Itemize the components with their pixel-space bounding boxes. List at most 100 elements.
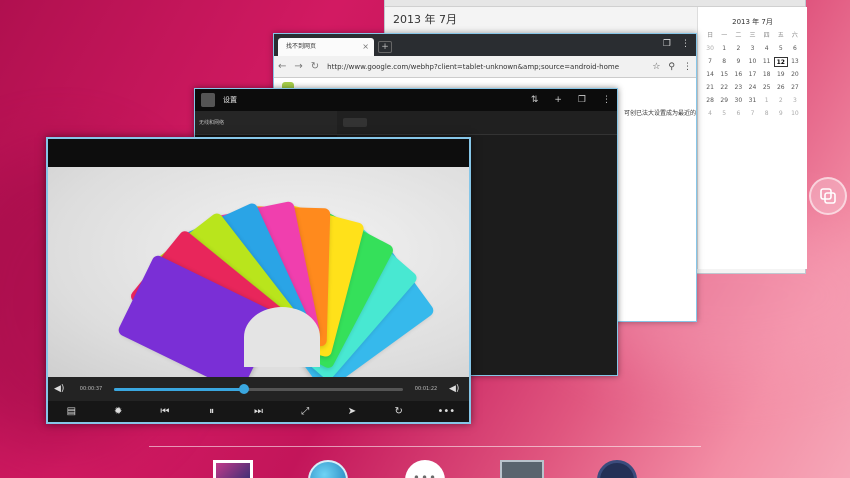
volume-right-icon[interactable]: ◀) bbox=[449, 384, 463, 394]
search-icon[interactable]: ⚲ bbox=[668, 62, 675, 72]
next-icon[interactable]: ⏭ bbox=[250, 406, 266, 417]
calendar-day[interactable]: 10 bbox=[788, 109, 802, 119]
calendar-day[interactable]: 27 bbox=[788, 83, 802, 93]
calendar-day[interactable]: 23 bbox=[731, 83, 745, 93]
calendar-day[interactable]: 1 bbox=[717, 44, 731, 54]
app-drawer-icon[interactable]: ••• bbox=[405, 460, 445, 478]
calendar-day[interactable]: 4 bbox=[703, 109, 717, 119]
video-player-window[interactable]: ◀) 00:00:37 00:01:22 ◀) ▤ ✹ ⏮ ⏸ ⏭ ⤢ ➤ ↻ … bbox=[46, 137, 471, 424]
calendar-day[interactable]: 3 bbox=[788, 96, 802, 106]
add-icon[interactable]: + bbox=[554, 95, 562, 105]
new-tab-button[interactable]: + bbox=[378, 41, 392, 53]
pause-icon[interactable]: ⏸ bbox=[204, 406, 220, 417]
multiwindow-button[interactable] bbox=[809, 177, 847, 215]
calendar-day[interactable]: 30 bbox=[731, 96, 745, 106]
calendar-day[interactable]: 20 bbox=[788, 70, 802, 80]
calendar-day[interactable]: 26 bbox=[774, 83, 788, 93]
calendar-day[interactable]: 21 bbox=[703, 83, 717, 93]
calendar-day[interactable]: 5 bbox=[717, 109, 731, 119]
mini-calendar-grid: 日一二三四五六 30 1 2 3 4 5 6 7 8 9 10 11 12 13 14 15 16 17 18 19 20… bbox=[703, 31, 802, 119]
windows-icon[interactable]: ❐ bbox=[578, 95, 586, 105]
more-icon[interactable]: ••• bbox=[438, 406, 456, 417]
pointer-icon[interactable]: ➤ bbox=[344, 406, 360, 417]
calendar-day[interactable]: 9 bbox=[731, 57, 745, 67]
tabbar-icons: ❐ ⋮ bbox=[663, 39, 690, 49]
browser-page-text: 可创已法大设置成为最近的 bbox=[624, 110, 697, 117]
star-icon[interactable]: ☆ bbox=[652, 62, 660, 72]
gallery-icon[interactable] bbox=[213, 460, 253, 478]
video-frame[interactable] bbox=[48, 167, 469, 377]
browser-tab[interactable]: 找不到网页 × bbox=[278, 38, 374, 56]
calendar-day[interactable]: 16 bbox=[731, 70, 745, 80]
url-bar: ← → ↻ http://www.google.com/webhp?client… bbox=[274, 56, 696, 78]
settings-actions: ⇅ + ❐ ⋮ bbox=[531, 95, 611, 105]
seek-bar[interactable] bbox=[114, 383, 403, 394]
fullscreen-icon[interactable]: ⤢ bbox=[297, 406, 313, 417]
calendar-day[interactable]: 17 bbox=[745, 70, 759, 80]
app-drawer-dots: ••• bbox=[412, 471, 438, 478]
calendar-day[interactable]: 25 bbox=[760, 83, 774, 93]
settings-detail-header bbox=[337, 111, 617, 135]
menu-icon[interactable]: ⋮ bbox=[602, 95, 611, 105]
media-app-icon[interactable] bbox=[597, 460, 637, 478]
calendar-day-today[interactable]: 12 bbox=[773, 57, 788, 67]
previous-icon[interactable]: ⏮ bbox=[157, 406, 173, 417]
calendar-day[interactable]: 2 bbox=[774, 96, 788, 106]
brightness-icon[interactable]: ✹ bbox=[110, 406, 126, 417]
calendar-day[interactable]: 8 bbox=[760, 109, 774, 119]
dock-divider bbox=[149, 446, 701, 447]
back-icon[interactable]: ← bbox=[278, 61, 286, 72]
calendar-day[interactable]: 11 bbox=[760, 57, 774, 67]
calendar-day[interactable]: 6 bbox=[731, 109, 745, 119]
seek-bar-knob[interactable] bbox=[239, 383, 250, 394]
calendar-day[interactable]: 2 bbox=[731, 44, 745, 54]
calendar-day[interactable]: 14 bbox=[703, 70, 717, 80]
playlist-icon[interactable]: ▤ bbox=[63, 406, 79, 417]
menu-icon[interactable]: ⋮ bbox=[681, 39, 690, 49]
sync-icon[interactable]: ⇅ bbox=[531, 95, 539, 105]
url-field[interactable]: http://www.google.com/webhp?client=table… bbox=[327, 63, 644, 71]
windows-icon[interactable]: ❐ bbox=[663, 39, 671, 49]
browser-tab-title: 找不到网页 bbox=[286, 43, 317, 50]
calendar-day[interactable]: 18 bbox=[760, 70, 774, 80]
time-total: 00:01:22 bbox=[414, 386, 438, 392]
menu-icon[interactable]: ⋮ bbox=[683, 62, 692, 72]
weekday-label: 五 bbox=[777, 32, 784, 39]
calendar-day[interactable]: 10 bbox=[745, 57, 759, 67]
settings-toggle[interactable] bbox=[343, 118, 367, 127]
weekday-label: 三 bbox=[749, 32, 756, 39]
calendar-day[interactable]: 13 bbox=[788, 57, 802, 67]
tab-close-icon[interactable]: × bbox=[362, 38, 369, 56]
calendar-day[interactable]: 7 bbox=[745, 109, 759, 119]
calendar-day[interactable]: 4 bbox=[760, 44, 774, 54]
calendar-day[interactable]: 5 bbox=[774, 44, 788, 54]
browser-icon[interactable] bbox=[308, 460, 348, 478]
calendar-day[interactable]: 29 bbox=[717, 96, 731, 106]
calendar-day[interactable]: 24 bbox=[745, 83, 759, 93]
forward-icon[interactable]: → bbox=[294, 61, 302, 72]
rotate-icon[interactable]: ↻ bbox=[391, 406, 407, 417]
calendar-day[interactable]: 22 bbox=[717, 83, 731, 93]
calendar-day[interactable]: 7 bbox=[703, 57, 717, 67]
calendar-day[interactable]: 3 bbox=[745, 44, 759, 54]
calendar-day[interactable]: 31 bbox=[745, 96, 759, 106]
calendar-day[interactable]: 28 bbox=[703, 96, 717, 106]
calendar-day[interactable]: 8 bbox=[717, 57, 731, 67]
reload-icon[interactable]: ↻ bbox=[311, 61, 319, 72]
multiwindow-icon bbox=[820, 188, 836, 204]
settings-app-icon[interactable] bbox=[500, 460, 544, 478]
calendar-day[interactable]: 19 bbox=[774, 70, 788, 80]
settings-item-wireless[interactable]: 无线和网络 bbox=[195, 111, 337, 135]
time-elapsed: 00:00:37 bbox=[79, 386, 103, 392]
calendar-day[interactable]: 15 bbox=[717, 70, 731, 80]
weekday-label: 六 bbox=[791, 32, 798, 39]
weekday-label: 四 bbox=[763, 32, 770, 39]
fan-center bbox=[244, 307, 320, 367]
volume-left-icon[interactable]: ◀) bbox=[54, 384, 68, 394]
player-controls: ▤ ✹ ⏮ ⏸ ⏭ ⤢ ➤ ↻ ••• bbox=[48, 401, 469, 422]
calendar-day[interactable]: 9 bbox=[774, 109, 788, 119]
calendar-day[interactable]: 30 bbox=[703, 44, 717, 54]
settings-actionbar: 设置 ⇅ + ❐ ⋮ bbox=[195, 89, 617, 111]
calendar-day[interactable]: 6 bbox=[788, 44, 802, 54]
calendar-day[interactable]: 1 bbox=[760, 96, 774, 106]
